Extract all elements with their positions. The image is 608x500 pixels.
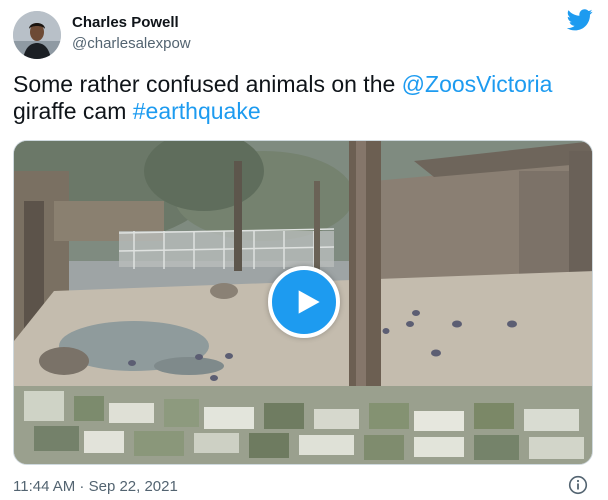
author-handle[interactable]: @charlesalexpow bbox=[72, 35, 191, 52]
tweet-text-part: giraffe cam bbox=[13, 98, 133, 124]
author-name[interactable]: Charles Powell bbox=[72, 14, 179, 31]
twitter-bird-icon[interactable] bbox=[566, 9, 593, 31]
tweet-timestamp[interactable]: 11:44 AM · Sep 22, 2021 bbox=[13, 478, 178, 495]
info-icon[interactable] bbox=[568, 475, 588, 495]
play-icon bbox=[298, 290, 320, 314]
avatar-photo bbox=[13, 11, 61, 59]
tweet-text-part: Some rather confused animals on the bbox=[13, 71, 402, 97]
hashtag-link[interactable]: #earthquake bbox=[133, 98, 261, 124]
tweet-text: Some rather confused animals on the @Zoo… bbox=[13, 71, 593, 125]
video-player[interactable] bbox=[13, 140, 593, 465]
play-button[interactable] bbox=[268, 266, 340, 338]
mention-link[interactable]: @ZoosVictoria bbox=[402, 71, 553, 97]
avatar[interactable] bbox=[13, 11, 61, 59]
